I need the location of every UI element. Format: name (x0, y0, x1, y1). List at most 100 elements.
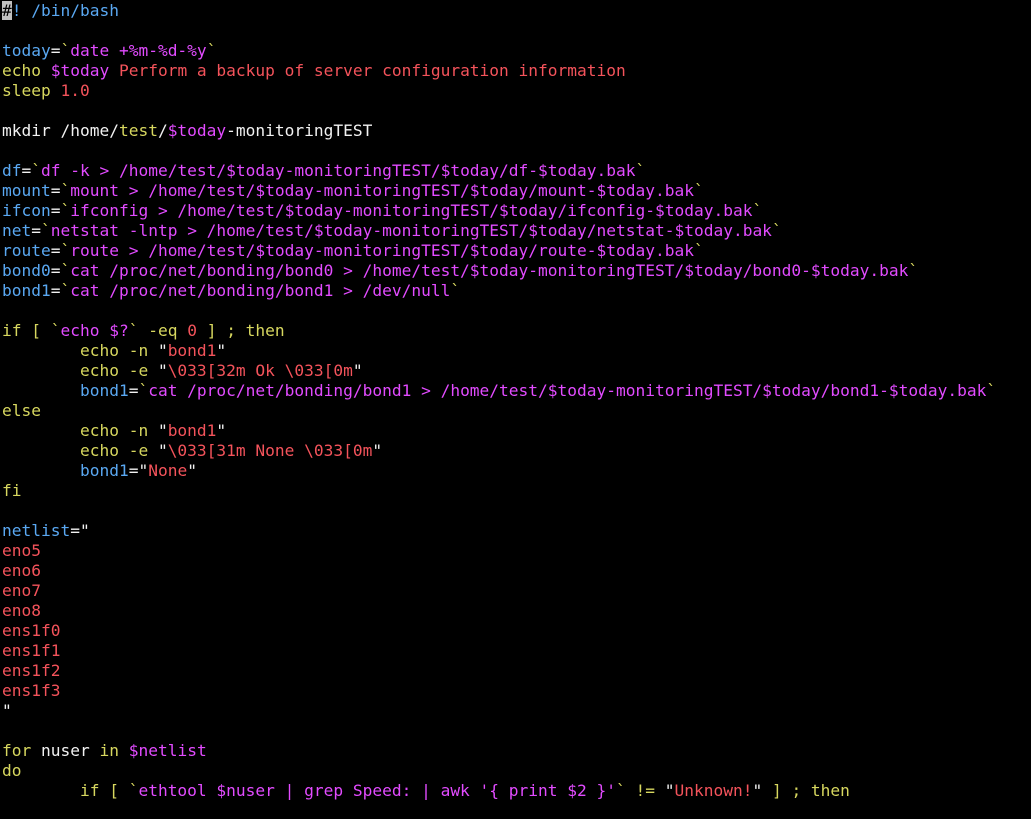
code-line[interactable]: ens1f0 (2, 621, 1031, 641)
code-token: if [ (2, 781, 129, 800)
text-cursor: # (2, 1, 12, 20)
code-token: ifcon (2, 201, 51, 220)
code-token: else (2, 401, 41, 420)
code-line[interactable]: today=`date +%m-%d-%y` (2, 41, 1031, 61)
code-line[interactable]: net=`netstat -lntp > /home/test/$today-m… (2, 221, 1031, 241)
code-token: eno5 (2, 541, 41, 560)
code-token: = (70, 521, 80, 540)
code-token: if [ (2, 321, 51, 340)
code-line[interactable]: bond1=`cat /proc/net/bonding/bond1 > /de… (2, 281, 1031, 301)
code-token: echo -e (2, 441, 158, 460)
editor-buffer[interactable]: #! /bin/bash today=`date +%m-%d-%y` echo $… (2, 1, 1031, 801)
code-token: " (157, 441, 168, 460)
code-token: echo -n (2, 341, 158, 360)
code-token: ` (635, 161, 646, 180)
code-token: ` (60, 201, 71, 220)
code-token: ` (693, 181, 704, 200)
code-token: eno6 (2, 561, 41, 580)
code-token: " (157, 341, 168, 360)
code-line[interactable]: echo -e "\033[31m None \033[0m" (2, 441, 1031, 461)
code-token: for (2, 741, 41, 760)
code-line[interactable]: echo -n "bond1" (2, 341, 1031, 361)
code-line[interactable] (2, 21, 1031, 41)
code-token: fi (2, 481, 22, 500)
code-token: route > /home/test/$today-monitoringTEST… (70, 241, 694, 260)
code-line[interactable]: sleep 1.0 (2, 81, 1031, 101)
code-line[interactable]: bond0=`cat /proc/net/bonding/bond0 > /ho… (2, 261, 1031, 281)
code-token: ] ; then (196, 321, 285, 340)
code-token: netstat -lntp > /home/test/$today-monito… (50, 221, 772, 240)
code-token: " (79, 521, 90, 540)
code-token: cat /proc/net/bonding/bond1 > /dev/null (70, 281, 451, 300)
code-line[interactable] (2, 301, 1031, 321)
code-line[interactable]: eno5 (2, 541, 1031, 561)
code-token: df (2, 161, 22, 180)
code-token: = (21, 161, 32, 180)
code-token: today (2, 41, 51, 60)
code-token: ethtool $nuser | grep Speed: | awk '{ pr… (138, 781, 616, 800)
code-token: bond0 (2, 261, 51, 280)
code-line[interactable]: eno7 (2, 581, 1031, 601)
code-token: echo $? (60, 321, 129, 340)
code-line[interactable]: bond1="None" (2, 461, 1031, 481)
code-line[interactable]: #! /bin/bash (2, 1, 1031, 21)
code-line[interactable]: if [ `ethtool $nuser | grep Speed: | awk… (2, 781, 1031, 801)
code-line[interactable]: else (2, 401, 1031, 421)
code-token: echo -n (2, 421, 158, 440)
code-token: mount > /home/test/$today-monitoringTEST… (70, 181, 694, 200)
code-token: ` (60, 241, 71, 260)
code-line[interactable] (2, 501, 1031, 521)
code-line[interactable]: for nuser in $netlist (2, 741, 1031, 761)
code-token: mkdir /home/ (2, 121, 119, 140)
code-token: ` (206, 41, 217, 60)
code-line[interactable]: echo -n "bond1" (2, 421, 1031, 441)
code-line[interactable] (2, 141, 1031, 161)
code-line[interactable]: do (2, 761, 1031, 781)
code-line[interactable]: ens1f1 (2, 641, 1031, 661)
code-token: ` (60, 261, 71, 280)
code-line[interactable]: ens1f3 (2, 681, 1031, 701)
code-token: " (157, 361, 168, 380)
code-token: " (2, 701, 12, 720)
code-token: net (2, 221, 32, 240)
code-line[interactable]: eno6 (2, 561, 1031, 581)
code-line[interactable]: route=`route > /home/test/$today-monitor… (2, 241, 1031, 261)
code-token: $netlist (128, 741, 207, 760)
code-token: " (372, 441, 383, 460)
code-token: netlist (2, 521, 71, 540)
terminal-window[interactable]: #! /bin/bash today=`date +%m-%d-%y` echo $… (0, 0, 1031, 819)
code-token: nuser (40, 741, 100, 760)
code-line[interactable]: eno8 (2, 601, 1031, 621)
code-token: sleep (2, 81, 61, 100)
code-token: bond1 (2, 461, 129, 480)
code-token: ifconfig > /home/test/$today-monitoringT… (70, 201, 753, 220)
code-token: cat /proc/net/bonding/bond1 > /home/test… (148, 381, 987, 400)
code-token: ] ; then (762, 781, 850, 800)
code-token: " (216, 421, 227, 440)
code-token: None (148, 461, 188, 480)
code-token: eno8 (2, 601, 41, 620)
code-line[interactable]: fi (2, 481, 1031, 501)
code-token: route (2, 241, 51, 260)
code-line[interactable] (2, 721, 1031, 741)
code-line[interactable]: ens1f2 (2, 661, 1031, 681)
code-line[interactable]: bond1=`cat /proc/net/bonding/bond1 > /ho… (2, 381, 1031, 401)
code-token: bond1 (2, 381, 129, 400)
code-line[interactable]: mkdir /home/test/$today-monitoringTEST (2, 121, 1031, 141)
code-token: date +%m-%d-%y (70, 41, 207, 60)
code-token: $today (167, 121, 227, 140)
code-line[interactable]: if [ `echo $?` -eq 0 ] ; then (2, 321, 1031, 341)
code-token: -eq (138, 321, 188, 340)
code-line[interactable]: ifcon=`ifconfig > /home/test/$today-moni… (2, 201, 1031, 221)
code-line[interactable]: " (2, 701, 1031, 721)
code-line[interactable]: echo $today Perform a backup of server c… (2, 61, 1031, 81)
code-token: " (138, 461, 149, 480)
code-line[interactable]: df=`df -k > /home/test/$today-monitoring… (2, 161, 1031, 181)
code-line[interactable] (2, 101, 1031, 121)
code-line[interactable]: echo -e "\033[32m Ok \033[0m" (2, 361, 1031, 381)
code-line[interactable]: netlist=" (2, 521, 1031, 541)
code-token: ens1f3 (2, 681, 61, 700)
code-line[interactable]: mount=`mount > /home/test/$today-monitor… (2, 181, 1031, 201)
code-token: \033[31m None \033[0m (167, 441, 373, 460)
code-token: ` (138, 381, 149, 400)
